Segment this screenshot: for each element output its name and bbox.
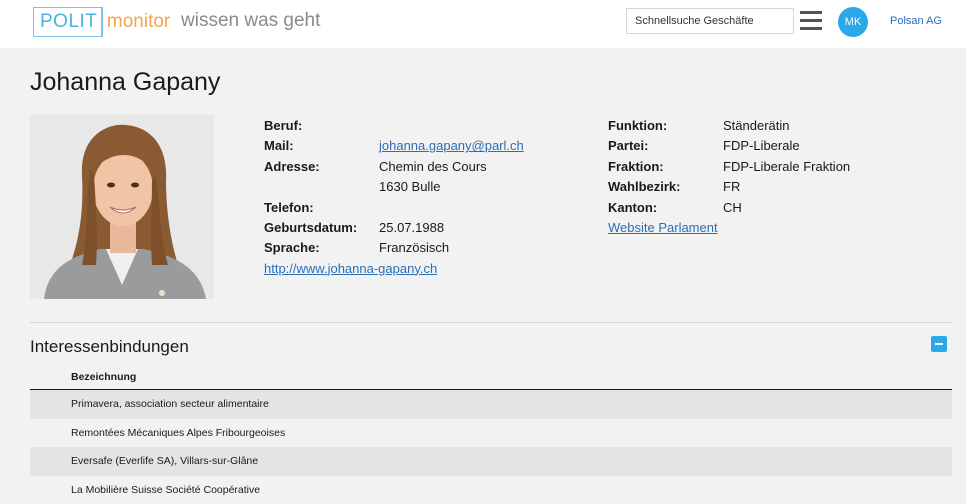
company-link[interactable]: Polsan AG (890, 15, 942, 27)
politmonitor-logo[interactable]: POLIT monitor (33, 6, 170, 38)
table-row[interactable]: Primavera, association secteur alimentai… (30, 390, 952, 419)
top-navigation-bar: POLIT monitor wissen was geht MK Polsan … (0, 0, 966, 48)
detail-row-funktion: Funktion: Ständerätin (608, 116, 850, 136)
table-row[interactable]: Remontées Mécaniques Alpes Fribourgeoise… (30, 418, 952, 447)
detail-value: FR (723, 179, 741, 195)
email-link[interactable]: johanna.gapany@parl.ch (379, 136, 524, 156)
detail-value: 25.07.1988 (379, 219, 445, 235)
political-details: Funktion: Ständerätin Partei: FDP-Libera… (608, 116, 850, 238)
detail-row-sprache: Sprache: Französisch (264, 238, 524, 258)
table-row[interactable]: La Mobilière Suisse Société Coopérative (30, 475, 952, 504)
detail-label: Geburtsdatum: (264, 219, 358, 235)
profile-photo (30, 115, 214, 299)
detail-row-fraktion: Fraktion: FDP-Liberale Fraktion (608, 157, 850, 177)
detail-value: Chemin des Cours (379, 158, 487, 174)
detail-value: 1630 Bulle (379, 179, 441, 195)
menu-icon[interactable] (800, 11, 822, 30)
detail-value: Französisch (379, 240, 450, 256)
section-divider (30, 322, 952, 323)
detail-row-adresse: Adresse: Chemin des Cours (264, 157, 524, 177)
tagline: wissen was geht (181, 10, 321, 31)
detail-label: Adresse: (264, 158, 320, 174)
detail-row-adresse-city: 1630 Bulle (264, 177, 524, 197)
detail-row-telefon: Telefon: (264, 198, 524, 218)
detail-label (264, 177, 379, 197)
detail-label: Mail: (264, 138, 294, 154)
page-title: Johanna Gapany (30, 68, 221, 96)
detail-row-website: http://www.johanna-gapany.ch (264, 259, 524, 279)
detail-value: FDP-Liberale Fraktion (723, 158, 851, 174)
interests-section-title: Interessenbindungen (30, 337, 189, 356)
personal-website-link[interactable]: http://www.johanna-gapany.ch (264, 259, 437, 279)
user-avatar[interactable]: MK (838, 7, 868, 37)
detail-row-wahlbezirk: Wahlbezirk: FR (608, 177, 850, 197)
detail-value: CH (723, 199, 742, 215)
detail-row-kanton: Kanton: CH (608, 198, 850, 218)
detail-label: Wahlbezirk: (608, 179, 681, 195)
detail-label: Beruf: (264, 118, 303, 133)
detail-label: Sprache: (264, 240, 320, 256)
parliament-website-link[interactable]: Website Parlament (608, 218, 718, 238)
table-row[interactable]: Eversafe (Everlife SA), Villars-sur-Glân… (30, 447, 952, 476)
detail-row-beruf: Beruf: (264, 116, 524, 136)
logo-monitor-text: monitor (106, 11, 171, 32)
quick-search-input[interactable] (626, 8, 794, 34)
table-header-bezeichnung[interactable]: Bezeichnung (30, 367, 952, 390)
logo-polit-text: POLIT (33, 7, 102, 37)
detail-label: Kanton: (608, 199, 658, 215)
detail-row-partei: Partei: FDP-Liberale (608, 136, 850, 156)
collapse-section-button[interactable] (931, 336, 947, 352)
detail-row-parliament: Website Parlament (608, 218, 850, 238)
detail-label: Telefon: (264, 199, 314, 215)
detail-label: Funktion: (608, 118, 668, 133)
interests-table: Bezeichnung Primavera, association secte… (30, 367, 952, 504)
detail-label: Fraktion: (608, 158, 664, 174)
detail-row-mail: Mail: johanna.gapany@parl.ch (264, 136, 524, 156)
personal-details: Beruf: Mail: johanna.gapany@parl.ch Adre… (264, 116, 524, 279)
detail-row-geburtsdatum: Geburtsdatum: 25.07.1988 (264, 218, 524, 238)
detail-value: Ständerätin (723, 118, 790, 133)
detail-label: Partei: (608, 138, 649, 154)
detail-value: FDP-Liberale (723, 138, 800, 154)
